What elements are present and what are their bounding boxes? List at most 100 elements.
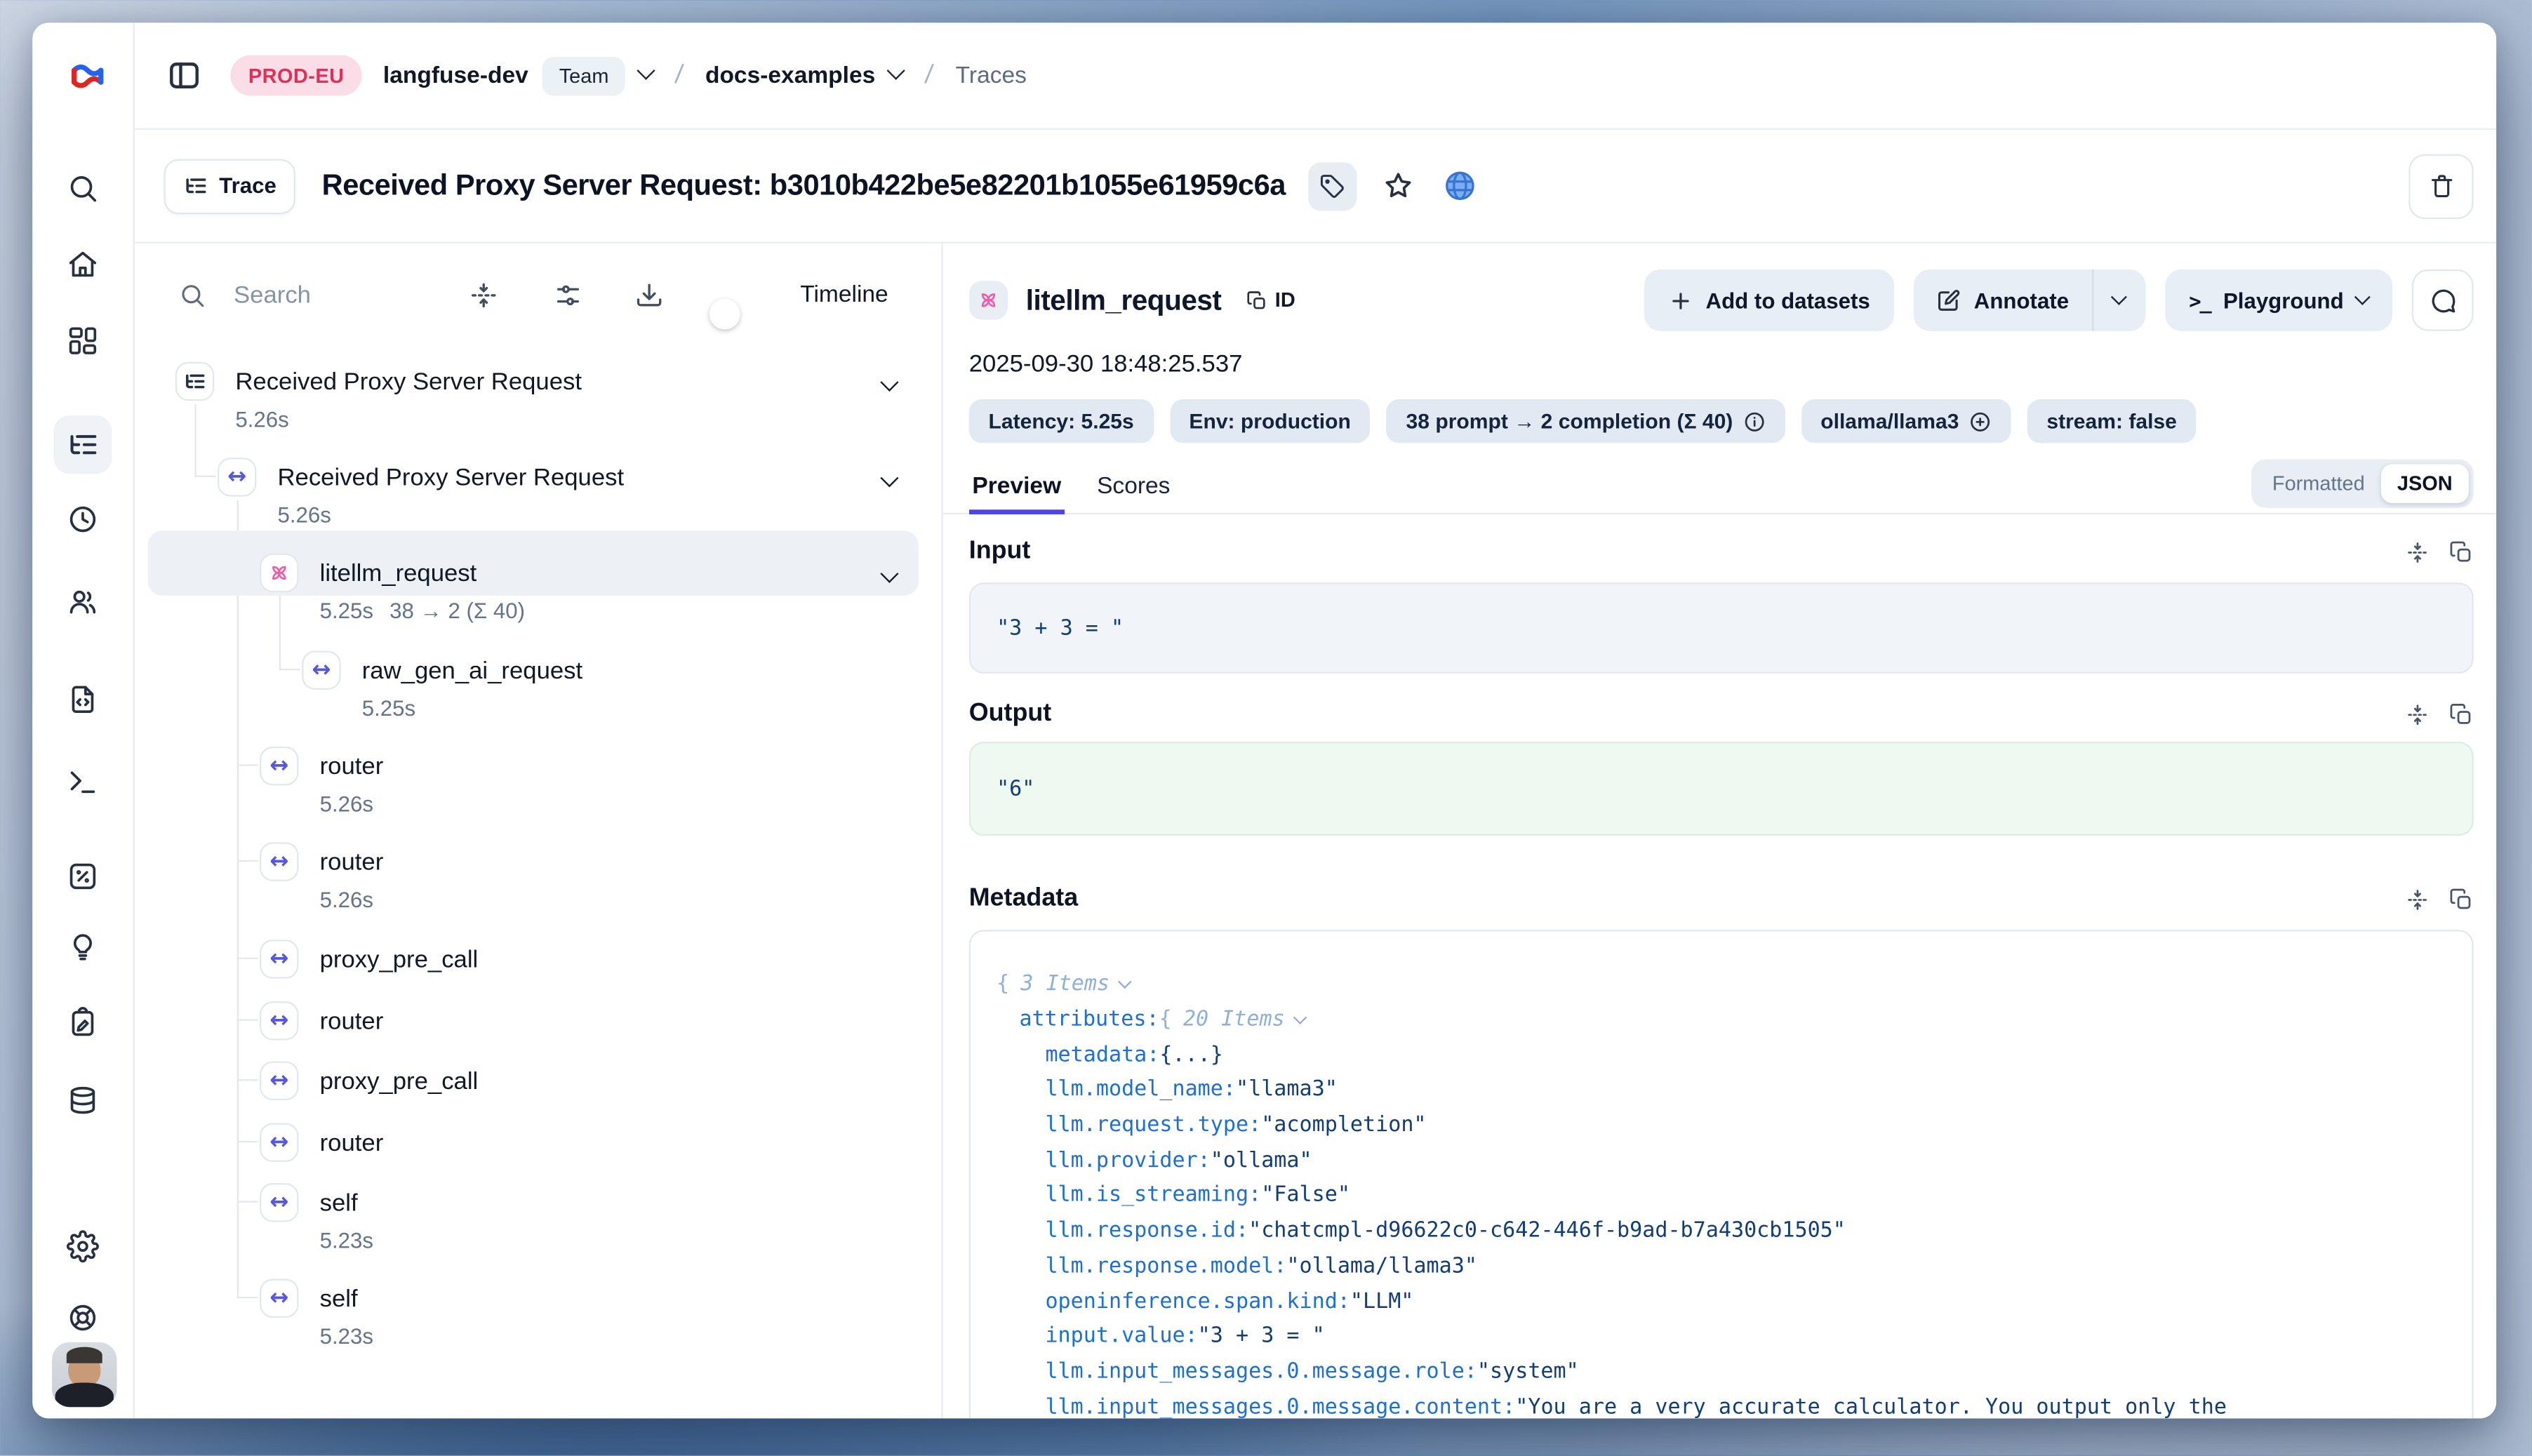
span-icon: ↔ xyxy=(260,1123,299,1162)
langfuse-logo-icon xyxy=(68,58,104,94)
metadata-json-line[interactable]: llm.response.model: "ollama/llama3" xyxy=(997,1249,2446,1284)
org-name[interactable]: langfuse-dev xyxy=(383,62,528,88)
annotate-button-group: Annotate xyxy=(1914,269,2145,331)
tree-row-label: Received Proxy Server Request xyxy=(277,457,624,497)
collapse-icon[interactable] xyxy=(2406,540,2430,564)
sidebar-item-evals[interactable] xyxy=(53,917,112,975)
project-chevron-down-icon[interactable] xyxy=(887,62,905,80)
user-avatar[interactable] xyxy=(52,1342,117,1408)
breadcrumb-traces[interactable]: Traces xyxy=(956,62,1027,88)
sidebar xyxy=(32,22,135,1417)
span-icon: ↔ xyxy=(260,842,299,881)
observation-detail-panel: litellm_request ID Add to datasets Annot… xyxy=(941,243,2496,1417)
copy-icon[interactable] xyxy=(2449,540,2474,564)
annotate-dropdown-button[interactable] xyxy=(2093,269,2145,331)
generation-icon xyxy=(260,554,299,593)
environment-badge[interactable]: PROD-EU xyxy=(230,55,361,96)
public-globe-icon[interactable] xyxy=(1438,165,1480,207)
sidebar-toggle-icon[interactable] xyxy=(164,56,204,95)
metadata-json-line[interactable]: llm.input_messages.0.message.content: "Y… xyxy=(997,1389,2446,1417)
chevron-down-icon[interactable] xyxy=(883,466,896,495)
metadata-json-line[interactable]: llm.response.id: "chatcmpl-d96622c0-c642… xyxy=(997,1214,2446,1249)
download-icon[interactable] xyxy=(634,281,664,310)
token-usage-badge[interactable]: 38 prompt → 2 completion (Σ 40) xyxy=(1387,399,1785,443)
sidebar-item-playground[interactable] xyxy=(53,753,112,811)
tree-row-label: proxy_pre_call xyxy=(320,940,479,979)
metadata-json-line[interactable]: {3 Items xyxy=(997,967,2446,1002)
metadata-json-line[interactable]: llm.is_streaming: "False" xyxy=(997,1178,2446,1213)
sidebar-item-search[interactable] xyxy=(53,159,112,218)
org-chevron-down-icon[interactable] xyxy=(637,62,655,80)
sidebar-item-support[interactable] xyxy=(53,1288,112,1347)
tag-button[interactable] xyxy=(1308,161,1357,210)
tree-connector xyxy=(237,764,258,766)
tab-scores[interactable]: Scores xyxy=(1093,458,1173,514)
tree-row-label: router xyxy=(320,842,384,881)
tree-row-label: raw_gen_ai_request xyxy=(362,650,582,690)
trace-type-chip: Trace xyxy=(164,158,296,213)
sidebar-item-annotation-queues[interactable] xyxy=(53,993,112,1051)
org-type-badge: Team xyxy=(543,56,625,95)
collapse-icon[interactable] xyxy=(2406,887,2430,911)
sidebar-item-users[interactable] xyxy=(53,573,112,631)
input-section-title: Input xyxy=(969,537,1031,567)
tree-row-duration: 5.26s xyxy=(277,497,331,533)
add-to-datasets-button[interactable]: Add to datasets xyxy=(1644,269,1895,331)
tree-connector xyxy=(279,596,281,670)
sidebar-item-prompts[interactable] xyxy=(53,670,112,728)
chevron-down-icon[interactable] xyxy=(883,370,896,399)
span-icon: ↔ xyxy=(260,1001,299,1041)
trace-icon xyxy=(175,362,215,401)
terminal-icon: >_ xyxy=(2189,288,2210,313)
model-badge[interactable]: ollama/llama3 xyxy=(1801,399,2011,443)
sidebar-item-tracing[interactable] xyxy=(53,415,112,474)
metadata-json-line[interactable]: openinference.span.kind: "LLM" xyxy=(997,1284,2446,1319)
sidebar-item-scores[interactable] xyxy=(53,847,112,905)
metadata-section-header: Metadata xyxy=(969,881,2474,917)
trace-tree-panel: Search Timeline xyxy=(135,243,941,1417)
bookmark-star-button[interactable] xyxy=(1377,165,1419,207)
view-mode-toggle: Formatted JSON xyxy=(2251,458,2474,507)
tree-row-label: router xyxy=(320,747,384,786)
playground-button[interactable]: >_ Playground xyxy=(2165,269,2393,331)
project-name[interactable]: docs-examples xyxy=(705,62,875,88)
plus-circle-icon xyxy=(1968,410,1991,432)
span-icon: ↔ xyxy=(260,747,299,786)
collapse-all-icon[interactable] xyxy=(469,281,498,310)
metadata-json-line[interactable]: llm.input_messages.0.message.role: "syst… xyxy=(997,1354,2446,1389)
sidebar-item-sessions[interactable] xyxy=(53,490,112,548)
comments-button[interactable] xyxy=(2412,269,2474,331)
copy-icon[interactable] xyxy=(2449,702,2474,726)
span-icon: ↔ xyxy=(260,1279,299,1318)
info-icon xyxy=(1743,410,1765,432)
view-json-option[interactable]: JSON xyxy=(2381,463,2469,502)
sidebar-item-home[interactable] xyxy=(53,235,112,293)
breadcrumb-separator: / xyxy=(673,61,684,91)
observation-badges: Latency: 5.25s Env: production 38 prompt… xyxy=(969,399,2474,443)
tree-row-duration: 5.26s xyxy=(320,785,373,821)
chevron-down-icon[interactable] xyxy=(883,561,896,591)
metadata-json-line[interactable]: llm.model_name: "llama3" xyxy=(997,1073,2446,1108)
trace-chip-label: Trace xyxy=(219,173,276,198)
metadata-json-line[interactable]: llm.provider: "ollama" xyxy=(997,1143,2446,1178)
sidebar-item-dashboards[interactable] xyxy=(53,312,112,370)
metadata-json-line[interactable]: llm.request.type: "acompletion" xyxy=(997,1108,2446,1143)
delete-trace-button[interactable] xyxy=(2408,154,2474,219)
tree-row-label: router xyxy=(320,1123,384,1162)
view-formatted-option[interactable]: Formatted xyxy=(2256,463,2381,502)
view-settings-icon[interactable] xyxy=(554,281,583,310)
collapse-icon[interactable] xyxy=(2406,702,2430,726)
tree-row-label: proxy_pre_call xyxy=(320,1062,479,1101)
sidebar-item-settings[interactable] xyxy=(53,1217,112,1276)
metadata-json-line[interactable]: input.value: "3 + 3 = " xyxy=(997,1319,2446,1354)
tree-connector xyxy=(237,860,258,862)
sidebar-item-datasets[interactable] xyxy=(53,1071,112,1129)
tree-connector xyxy=(237,1201,258,1202)
copy-id-button[interactable]: ID xyxy=(1246,289,1295,312)
search-input[interactable]: Search xyxy=(234,281,311,309)
annotate-button[interactable]: Annotate xyxy=(1914,269,2091,331)
metadata-json-line[interactable]: attributes: {20 Items xyxy=(997,1003,2446,1038)
tab-preview[interactable]: Preview xyxy=(969,458,1065,514)
copy-icon[interactable] xyxy=(2449,887,2474,911)
metadata-json-line[interactable]: metadata: {...} xyxy=(997,1038,2446,1073)
